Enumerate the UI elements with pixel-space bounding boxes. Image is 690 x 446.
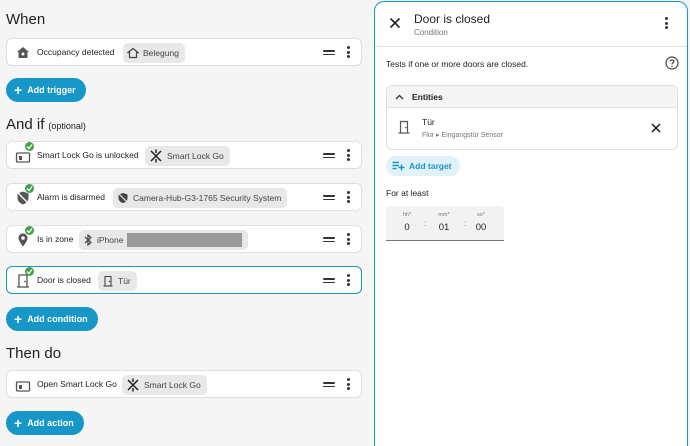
entity-chip[interactable]: Camera-Hub-G3-1765 Security System: [113, 188, 288, 208]
trigger-card-occupancy[interactable]: Occupancy detected Belegung: [6, 38, 362, 66]
drag-handle-icon[interactable]: [323, 153, 335, 159]
condition-label: Is in zone: [37, 234, 74, 244]
bluetooth-icon: [84, 234, 92, 246]
and-if-heading: And if (optional): [6, 116, 86, 133]
drag-handle-icon[interactable]: [323, 382, 335, 388]
entity-chip[interactable]: Smart Lock Go: [122, 375, 207, 395]
entities-header[interactable]: Entities: [387, 86, 677, 108]
plus-icon: +: [14, 415, 23, 431]
chevron-up-icon: [395, 94, 404, 99]
condition-label: Door is closed: [37, 275, 91, 285]
add-target-button[interactable]: Add target: [386, 156, 460, 176]
condition-card-door[interactable]: Door is closed Tür: [6, 266, 362, 294]
drag-handle-icon[interactable]: [323, 50, 335, 56]
entity-location: Flur ▸ Eingangstür Sensor: [422, 132, 503, 139]
entity-chip[interactable]: Belegung: [123, 43, 185, 63]
shield-off-icon: [117, 192, 129, 204]
overflow-menu-icon[interactable]: [346, 149, 350, 163]
entity-chip[interactable]: iPhone: [79, 230, 249, 250]
lock-device-icon: [15, 381, 31, 392]
add-action-button[interactable]: + Add action: [6, 411, 84, 435]
for-at-least-label: For at least: [386, 188, 429, 198]
drag-handle-icon[interactable]: [323, 195, 335, 201]
overflow-menu-icon[interactable]: [346, 191, 350, 205]
condition-card-alarm[interactable]: Alarm is disarmed Camera-Hub-G3-1765 Sec…: [6, 183, 362, 211]
close-icon[interactable]: [389, 17, 401, 29]
overflow-menu-icon[interactable]: [346, 274, 350, 288]
time-separator: :: [424, 219, 427, 228]
smart-lock-icon: [150, 149, 162, 163]
door-closed-icon: [103, 275, 113, 287]
help-icon[interactable]: [665, 56, 679, 70]
divider: [375, 46, 687, 47]
overflow-menu-icon[interactable]: [346, 233, 350, 247]
condition-detail-panel: Door is closed Condition Tests if one or…: [374, 1, 688, 446]
check-icon: [25, 226, 34, 235]
check-icon: [25, 142, 34, 151]
check-icon: [25, 267, 34, 276]
entity-chip[interactable]: Smart Lock Go: [145, 146, 230, 166]
minutes-field[interactable]: mm* 01: [429, 206, 459, 233]
then-do-heading: Then do: [6, 345, 62, 362]
overflow-menu-icon[interactable]: [665, 17, 669, 31]
home-outline-icon: [127, 47, 139, 59]
entity-name: Tür: [422, 117, 435, 127]
trigger-label: Occupancy detected: [37, 47, 115, 57]
hours-field[interactable]: hh* 0: [392, 206, 422, 233]
entities-section: Entities Tür Flur ▸ Eingangstür Sensor: [386, 85, 678, 150]
panel-title: Door is closed: [414, 12, 491, 26]
home-icon: [17, 47, 29, 58]
condition-description: Tests if one or more doors are closed.: [386, 59, 529, 69]
action-label: Open Smart Lock Go: [37, 379, 117, 389]
overflow-menu-icon[interactable]: [346, 46, 350, 60]
playlist-plus-icon: [392, 161, 405, 171]
add-condition-button[interactable]: + Add condition: [6, 307, 98, 331]
overflow-menu-icon[interactable]: [346, 378, 350, 392]
drag-handle-icon[interactable]: [323, 237, 335, 243]
condition-label: Alarm is disarmed: [37, 192, 106, 202]
seconds-field[interactable]: ss* 00: [466, 206, 496, 233]
automation-editor: When Occupancy detected Belegung + Add t…: [0, 0, 370, 446]
plus-icon: +: [14, 311, 23, 327]
condition-card-lock[interactable]: Smart Lock Go is unlocked Smart Lock Go: [6, 141, 362, 169]
add-trigger-button[interactable]: + Add trigger: [6, 78, 86, 102]
plus-icon: +: [14, 82, 23, 98]
duration-input[interactable]: hh* 0 : mm* 01 : ss* 00: [386, 206, 504, 241]
action-card-open-lock[interactable]: Open Smart Lock Go Smart Lock Go: [6, 370, 362, 398]
smart-lock-icon: [127, 378, 139, 392]
when-heading: When: [6, 11, 46, 28]
remove-entity-icon[interactable]: [651, 123, 661, 133]
condition-label: Smart Lock Go is unlocked: [37, 150, 139, 160]
condition-card-zone[interactable]: Is in zone iPhone: [6, 225, 362, 253]
panel-subtitle: Condition: [414, 28, 448, 37]
check-icon: [25, 184, 34, 193]
drag-handle-icon[interactable]: [323, 278, 335, 284]
entity-chip[interactable]: Tür: [98, 271, 137, 291]
redacted-block: [127, 233, 243, 247]
door-icon: [398, 120, 410, 134]
